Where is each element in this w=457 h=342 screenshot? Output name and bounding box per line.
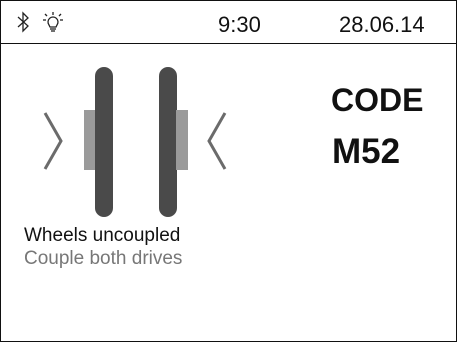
error-message: Wheels uncoupled — [24, 225, 181, 246]
error-code: M52 — [332, 132, 401, 171]
device-screen: 9:30 28.06.14 CODE M52 Wheels uncoupled … — [0, 0, 457, 342]
status-date: 28.06.14 — [339, 12, 425, 37]
code-label: CODE — [331, 82, 424, 118]
status-time: 9:30 — [218, 12, 261, 37]
left-hub — [84, 110, 96, 170]
arrow-right-icon — [43, 112, 63, 170]
status-bar: 9:30 28.06.14 — [1, 1, 456, 44]
right-hub — [176, 110, 188, 170]
light-bulb-icon — [39, 11, 67, 40]
bluetooth-icon — [15, 11, 31, 38]
arrow-left-icon — [207, 112, 227, 170]
right-wheel — [159, 67, 177, 217]
wheels-uncoupled-illustration — [43, 67, 227, 217]
left-wheel — [95, 67, 113, 217]
error-hint: Couple both drives — [24, 248, 183, 269]
